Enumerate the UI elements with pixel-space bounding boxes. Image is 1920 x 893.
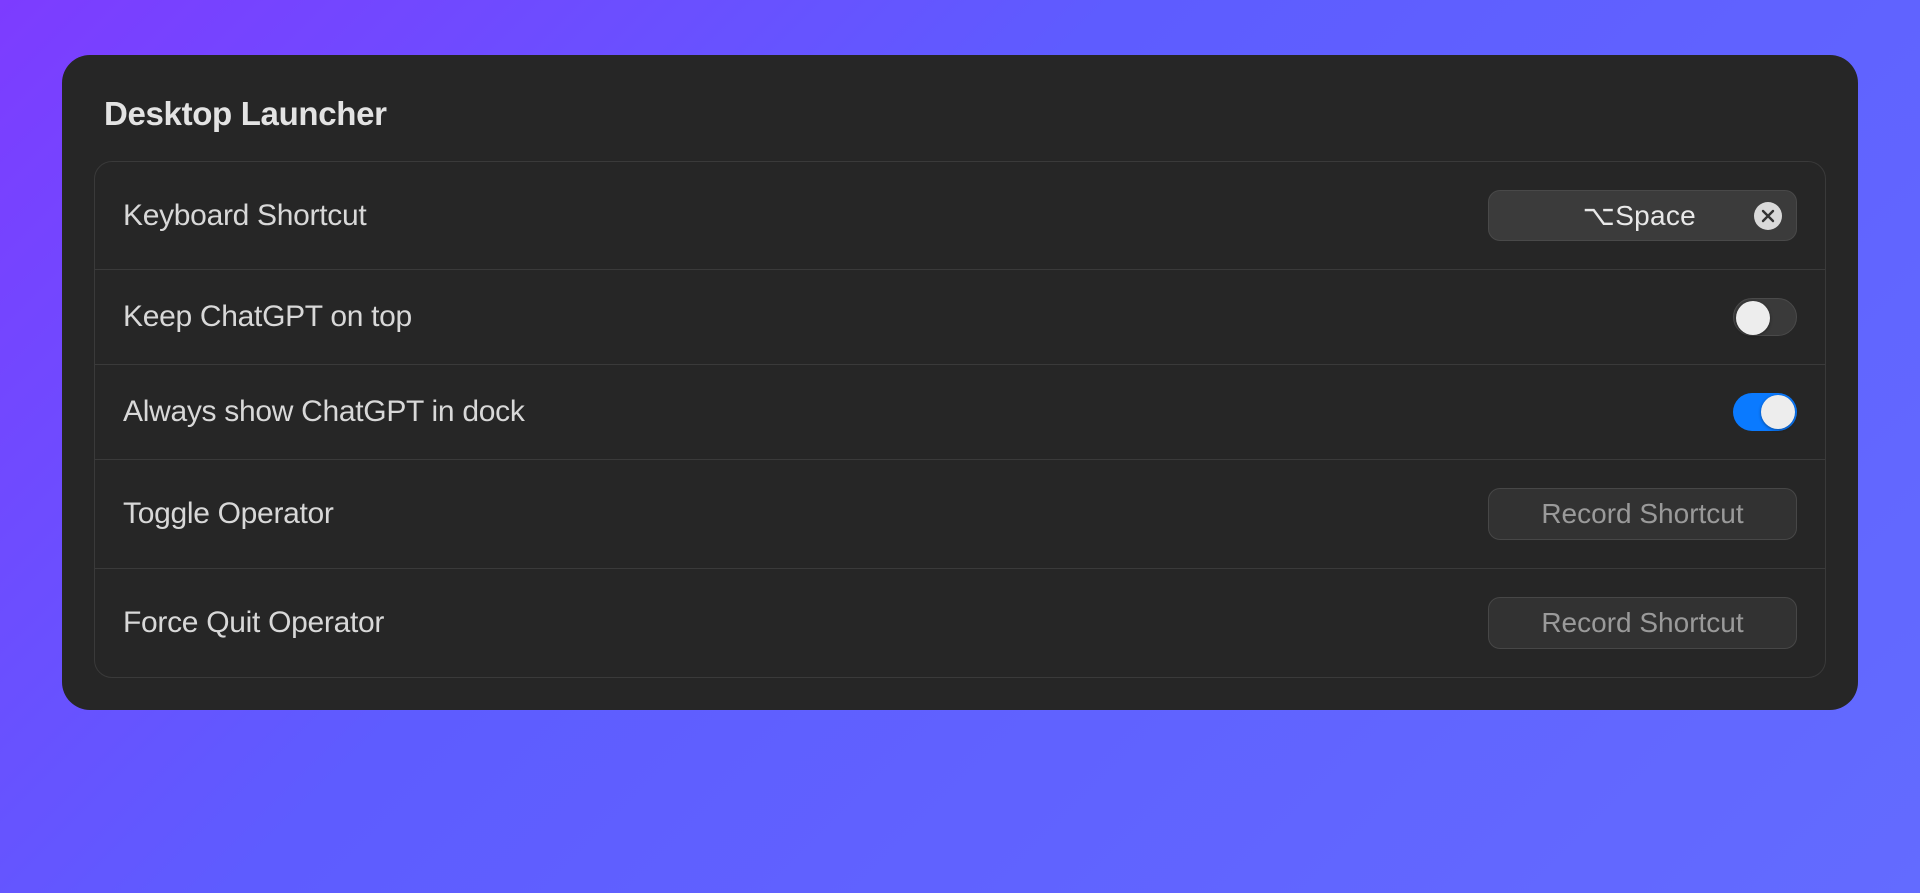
desktop-launcher-panel: Desktop Launcher Keyboard Shortcut ⌥Spac… [62, 55, 1858, 710]
row-label: Toggle Operator [123, 497, 334, 531]
toggle-knob [1736, 301, 1770, 335]
keyboard-shortcut-chip[interactable]: ⌥Space [1488, 190, 1797, 241]
shortcut-text: ⌥Space [1583, 199, 1696, 232]
row-label: Keep ChatGPT on top [123, 300, 412, 334]
row-show-in-dock: Always show ChatGPT in dock [95, 365, 1825, 460]
row-label: Keyboard Shortcut [123, 199, 366, 233]
record-shortcut-toggle-operator[interactable]: Record Shortcut [1488, 488, 1797, 540]
row-keep-on-top: Keep ChatGPT on top [95, 270, 1825, 365]
row-label: Always show ChatGPT in dock [123, 395, 525, 429]
row-keyboard-shortcut: Keyboard Shortcut ⌥Space [95, 162, 1825, 270]
settings-list: Keyboard Shortcut ⌥Space Keep ChatGPT on… [94, 161, 1826, 678]
x-icon [1761, 209, 1775, 223]
record-shortcut-force-quit[interactable]: Record Shortcut [1488, 597, 1797, 649]
clear-shortcut-icon[interactable] [1754, 202, 1782, 230]
row-toggle-operator: Toggle Operator Record Shortcut [95, 460, 1825, 569]
toggle-knob [1761, 395, 1795, 429]
row-force-quit-operator: Force Quit Operator Record Shortcut [95, 569, 1825, 677]
section-title: Desktop Launcher [104, 95, 1826, 133]
toggle-show-in-dock[interactable] [1733, 393, 1797, 431]
row-label: Force Quit Operator [123, 606, 384, 640]
toggle-keep-on-top[interactable] [1733, 298, 1797, 336]
